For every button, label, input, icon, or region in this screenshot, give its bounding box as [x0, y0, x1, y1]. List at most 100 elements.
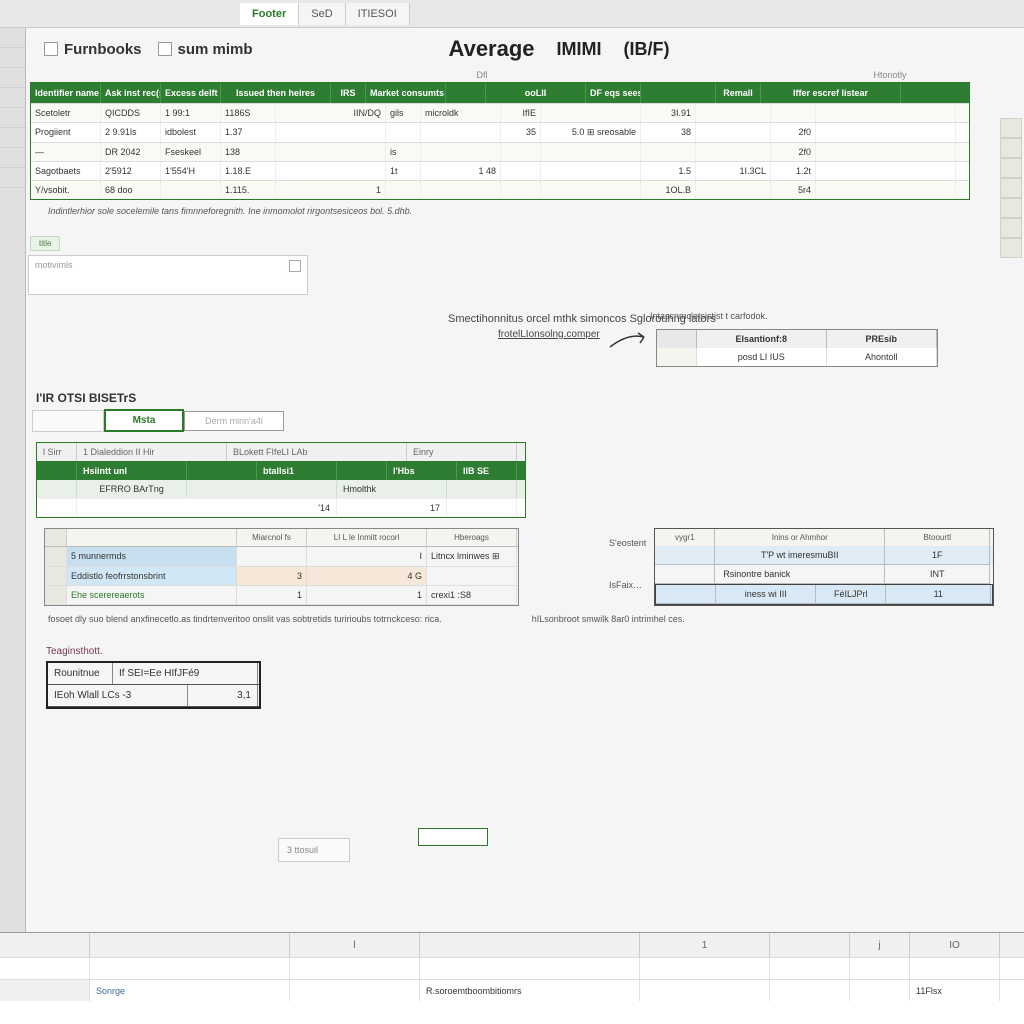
table-row[interactable]: Sagotbaets 2'5912 1'554'H 1.18.E 1t 1 48…: [31, 161, 969, 180]
soft-h2[interactable]: LI L le Inmitt rocorl: [307, 529, 427, 546]
caption-left: fosoet dly suo blend anxfinecetlo.as tin…: [48, 614, 442, 624]
ft-r1-0[interactable]: Rounitnue: [48, 663, 113, 684]
table-row[interactable]: — DR 2042 Fseskeel 138 is 2f0: [31, 142, 969, 161]
mini-r1[interactable]: posd LI IUS: [697, 348, 827, 366]
input-icon-cell[interactable]: [32, 410, 104, 432]
col-issued[interactable]: Issued then heires: [221, 83, 331, 103]
mini-r2[interactable]: Ahontoll: [827, 348, 937, 366]
blue-r1-1[interactable]: INT: [885, 565, 990, 584]
soft-r1-2[interactable]: 4 G: [307, 567, 427, 586]
soft-r1-0[interactable]: Eddistlo feofrrstonsbrint: [67, 567, 237, 586]
label-summimb: sum mimb: [178, 41, 253, 58]
gr-5[interactable]: 17: [337, 499, 447, 517]
col-identifier[interactable]: Identifier name: [31, 83, 101, 103]
gh-3: Einry: [407, 443, 517, 461]
formula-table: Rounitnue If SEI=Ee HIfJFé9 IEoh Wlall L…: [46, 661, 261, 709]
gl-5[interactable]: Hmolthk: [337, 480, 447, 498]
soft-r0-2[interactable]: I: [307, 547, 427, 567]
blue-r2-2[interactable]: 11: [886, 585, 991, 604]
caption-right: hILsonbroot smwilk 8ar0 intrimhel ces.: [532, 614, 685, 624]
tab-sed[interactable]: SeD: [299, 3, 345, 25]
main-data-table: Identifier name Ask inst rec(stat) Exces…: [30, 82, 970, 200]
blue-r1-0[interactable]: Rsinontre banick: [715, 565, 885, 584]
side-pill[interactable]: 3 ttosuil: [278, 838, 350, 862]
title-code-1: IMIMI: [557, 39, 602, 60]
input-strip: Msta Derm minn'a4l: [32, 409, 1024, 432]
blue-h2[interactable]: Btoourtl: [885, 529, 990, 546]
arrow-icon: [608, 329, 648, 353]
formula-label: Teaginsthott.: [46, 646, 1024, 657]
soft-r2-0[interactable]: Ehe scerereaerots: [67, 586, 237, 605]
ft-r1-1[interactable]: If SEI=Ee HIfJFé9: [113, 663, 258, 684]
gs-0[interactable]: Hsiintt unl: [77, 462, 187, 480]
soft-r2-2[interactable]: 1: [307, 586, 427, 605]
mini-h1[interactable]: Elsantionf:8: [697, 330, 827, 348]
callout-label: Intascnmcletsistist t carfodok.: [650, 311, 768, 321]
col-market[interactable]: Market consumts: [366, 83, 446, 103]
bg-h2[interactable]: l: [290, 933, 420, 957]
tab-itiesoi[interactable]: ITIESOI: [346, 3, 410, 25]
gs-5[interactable]: l'Hbs: [387, 462, 457, 480]
main-table-header: Identifier name Ask inst rec(stat) Exces…: [31, 83, 969, 103]
bottom-spreadsheet: l 1 j IO Sonrge R.soroemtboombitiomrs 1: [0, 932, 1024, 1024]
soft-r0-0[interactable]: 5 munnermds: [67, 547, 237, 567]
col-df[interactable]: DF eqs seess: [586, 83, 641, 103]
bg-cell-last[interactable]: 11Flsx: [910, 980, 1000, 1001]
col-excess[interactable]: Excess delft: [161, 83, 221, 103]
gh-2: BLokett FIfeLI LAb: [227, 443, 407, 461]
table-row[interactable]: Scetoletr QICDDS 1 99:1 1186S IIN/DQ gil…: [31, 103, 969, 122]
blue-h1[interactable]: Inins or Ahmhor: [715, 529, 885, 546]
right-gutter: [1000, 118, 1022, 258]
callout-link[interactable]: frotelLIonsolng.comper: [498, 329, 600, 340]
checkbox-furnbooks[interactable]: [44, 42, 58, 56]
table-row[interactable]: Y/vsobit. 68 doo 1.115. 1 1OL.B 5r4: [31, 180, 969, 199]
blue-r2-0[interactable]: iness wi III: [716, 585, 816, 604]
blue-r0-0[interactable]: T'P wt imeresmuBII: [715, 546, 885, 565]
blue-r0-1[interactable]: 1F: [885, 546, 990, 565]
search-placeholder-a: motivimls: [35, 260, 73, 270]
checkbox-summimb[interactable]: [158, 42, 172, 56]
soft-h3[interactable]: Hberoags: [427, 529, 517, 546]
gs-3[interactable]: btallsi1: [257, 462, 337, 480]
mini-h2[interactable]: PREsib: [827, 330, 937, 348]
gs-6[interactable]: IlB SE: [457, 462, 517, 480]
bg-h6[interactable]: j: [850, 933, 910, 957]
soft-r1-1[interactable]: 3: [237, 567, 307, 586]
section-label: I'IR OTSI BISETrS: [36, 391, 1024, 405]
col-remall[interactable]: Remall: [716, 83, 761, 103]
blue-r2-1[interactable]: FéILJPrl: [816, 585, 886, 604]
bg-cell-source[interactable]: Sonrge: [90, 980, 290, 1001]
ft-r2-0[interactable]: IEoh Wlall LCs -3: [48, 685, 188, 706]
col-oolii[interactable]: ooLII: [486, 83, 586, 103]
blue-table: vygr1 Inins or Ahmhor Btoourtl T'P wt im…: [654, 528, 994, 606]
top-tabs: Footer SeD ITIESOI: [0, 0, 1024, 28]
subhdr-b: Htonotly: [756, 70, 1024, 80]
row-indicators: [0, 28, 26, 1024]
search-input-a[interactable]: motivimls: [28, 255, 308, 295]
input-muted[interactable]: Derm minn'a4l: [184, 411, 284, 431]
table-row[interactable]: Progiient 2 9.91ls idbolest 1.37 35 5.0 …: [31, 122, 969, 142]
tab-footer[interactable]: Footer: [240, 3, 299, 25]
soft-r2-1[interactable]: 1: [237, 586, 307, 605]
soft-r2-3[interactable]: crexi1 :S8: [427, 586, 517, 605]
soft-table: Miarcnol fs LI L le Inmitt rocorl Hberoa…: [44, 528, 519, 606]
gl-1[interactable]: EFRRO BArTng: [77, 480, 187, 498]
col-irs[interactable]: IRS: [331, 83, 366, 103]
bg-corner[interactable]: [0, 933, 90, 957]
bg-h7[interactable]: IO: [910, 933, 1000, 957]
main-canvas: Furnbooks sum mimb Average IMIMI (IB/F) …: [0, 28, 1024, 1024]
mini-table: Elsantionf:8 PREsib posd LI IUS Ahontoll: [656, 329, 938, 367]
tag-pill[interactable]: title: [30, 236, 60, 251]
blue-h0[interactable]: vygr1: [655, 529, 715, 546]
input-selected[interactable]: Msta: [104, 409, 184, 432]
soft-r0-3[interactable]: Litncx lminwes ⊞: [427, 547, 517, 567]
col-iffer[interactable]: Iffer escref listear: [761, 83, 901, 103]
green-cursor-box[interactable]: [418, 828, 488, 846]
soft-h1[interactable]: Miarcnol fs: [237, 529, 307, 546]
ft-r2-1[interactable]: 3,1: [188, 685, 258, 706]
gr-3[interactable]: '14: [77, 499, 337, 517]
bg-cell-desc[interactable]: R.soroemtboombitiomrs: [420, 980, 640, 1001]
side-label-b: IsFaix…: [609, 576, 646, 594]
bg-h4[interactable]: 1: [640, 933, 770, 957]
col-ask[interactable]: Ask inst rec(stat): [101, 83, 161, 103]
